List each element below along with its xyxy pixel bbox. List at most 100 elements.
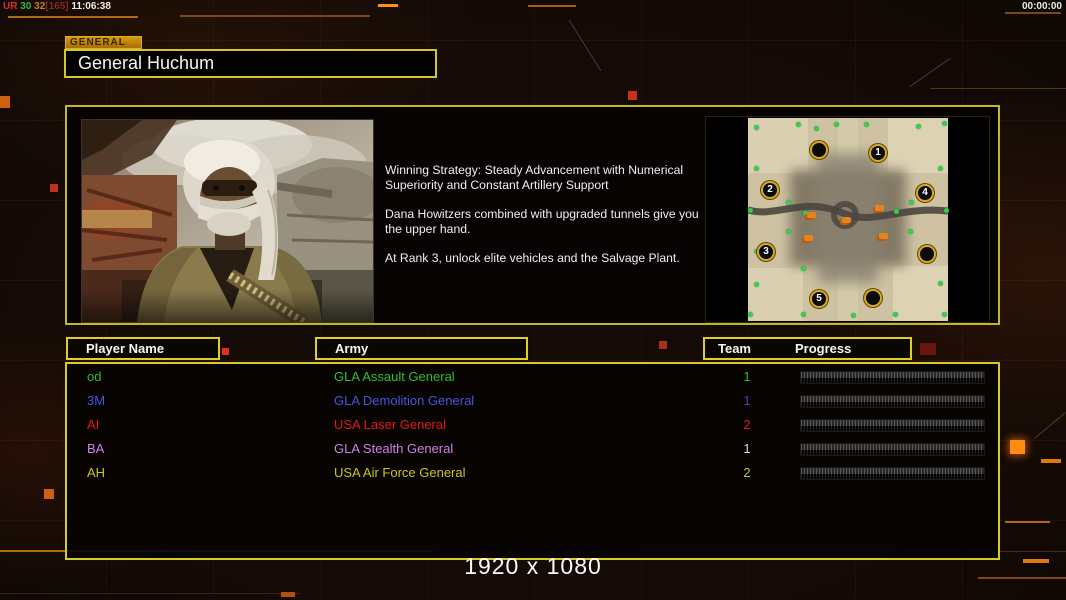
decor-square xyxy=(378,4,398,7)
supply-pile-icon xyxy=(879,233,888,239)
decor-square xyxy=(1010,440,1025,454)
general-name: General Huchum xyxy=(78,53,215,73)
tree-dot xyxy=(944,208,949,213)
decor-line xyxy=(8,16,138,18)
decor-square xyxy=(44,489,54,499)
supply-pile-icon xyxy=(842,217,851,223)
decor-line xyxy=(930,88,1066,89)
table-row: AH USA Air Force General 2 xyxy=(67,462,998,486)
tree-dot xyxy=(754,166,759,171)
debug-readout: UR 30 32[165] 11:06:38 xyxy=(3,1,111,12)
general-name-box: General Huchum xyxy=(64,49,437,78)
tree-dot xyxy=(801,266,806,271)
player-progress-bar xyxy=(800,395,985,408)
player-progress-bar xyxy=(800,371,985,384)
header-progress-label: Progress xyxy=(795,341,852,356)
tree-dot xyxy=(786,200,791,205)
map-markers: 1 2 4 3 5 xyxy=(748,118,949,321)
player-progress-bar xyxy=(800,419,985,432)
player-army: USA Laser General xyxy=(334,417,447,432)
player-team: 1 xyxy=(743,393,751,408)
tree-dot xyxy=(748,208,753,213)
strategy-paragraph: At Rank 3, unlock elite vehicles and the… xyxy=(385,251,680,265)
player-army: GLA Assault General xyxy=(334,369,455,384)
tree-dot xyxy=(801,312,806,317)
debug-segment: 11:06:38 xyxy=(68,1,111,12)
decor-line xyxy=(909,57,951,88)
match-timer: 00:00:00 xyxy=(1021,1,1062,12)
debug-segment: 32 xyxy=(34,1,46,12)
tree-dot xyxy=(851,313,856,318)
decor-line xyxy=(180,15,370,17)
header-player-name-label: Player Name xyxy=(86,341,165,356)
tree-dot xyxy=(748,312,753,317)
start-position-marker xyxy=(864,289,882,307)
player-team: 2 xyxy=(743,417,751,432)
player-name: BA xyxy=(87,441,105,456)
player-progress-bar xyxy=(800,443,985,456)
decor-line xyxy=(1005,521,1050,523)
strategy-paragraph: Dana Howitzers combined with upgraded tu… xyxy=(385,207,699,236)
supply-pile-icon xyxy=(807,212,816,218)
table-row: 3M GLA Demolition General 1 xyxy=(67,390,998,414)
player-progress-bar xyxy=(800,467,985,480)
decor-line xyxy=(1005,12,1061,14)
player-team: 1 xyxy=(743,369,751,384)
decor-line xyxy=(568,19,602,72)
player-army: USA Air Force General xyxy=(334,465,466,480)
general-info-panel: Winning Strategy: Steady Advancement wit… xyxy=(65,105,1000,328)
start-position-marker: 3 xyxy=(757,243,775,261)
players-table-body: od GLA Assault General 1 3M GLA Demoliti… xyxy=(65,362,1000,560)
player-name: od xyxy=(87,369,102,384)
player-team: 1 xyxy=(743,441,751,456)
decor-line xyxy=(0,593,300,594)
tree-dot xyxy=(908,229,913,234)
decor-square xyxy=(281,592,295,597)
decor-square xyxy=(659,341,667,349)
header-team-progress: Team Progress xyxy=(703,337,912,360)
header-army: Army xyxy=(315,337,528,360)
tree-dot xyxy=(938,281,943,286)
debug-segment: UR xyxy=(3,1,21,12)
tree-dot xyxy=(834,122,839,127)
strategy-paragraph: Winning Strategy: Steady Advancement wit… xyxy=(385,163,684,192)
debug-segment: 30 xyxy=(20,1,35,12)
tree-dot xyxy=(938,166,943,171)
player-name: AI xyxy=(87,417,100,432)
tree-dot xyxy=(942,312,947,317)
tree-dot xyxy=(796,122,801,127)
tree-dot xyxy=(893,312,898,317)
decor-square xyxy=(50,184,58,192)
tree-dot xyxy=(894,209,899,214)
decor-line xyxy=(528,5,576,7)
player-army: GLA Stealth General xyxy=(334,441,454,456)
tree-dot xyxy=(786,229,791,234)
player-name: 3M xyxy=(87,393,106,408)
tree-dot xyxy=(864,122,869,127)
decor-square xyxy=(920,343,936,355)
resolution-label: 1920 x 1080 xyxy=(464,553,602,579)
tree-dot xyxy=(754,125,759,130)
general-tab-label: GENERAL xyxy=(65,36,142,49)
header-player-name: Player Name xyxy=(66,337,220,360)
table-row: BA GLA Stealth General 1 xyxy=(67,438,998,462)
tree-dot xyxy=(942,121,947,126)
general-portrait xyxy=(77,117,382,328)
start-position-marker xyxy=(918,245,936,263)
player-team: 2 xyxy=(743,465,751,480)
supply-pile-icon xyxy=(875,205,884,211)
decor-line xyxy=(1041,459,1061,463)
decor-square xyxy=(628,91,637,100)
header-army-label: Army xyxy=(335,341,369,356)
tree-dot xyxy=(909,200,914,205)
player-name: AH xyxy=(87,465,106,480)
debug-segment: [165] xyxy=(45,1,69,12)
map-preview-box: 1 2 4 3 5 xyxy=(705,116,990,323)
start-position-marker: 5 xyxy=(810,290,828,308)
start-position-marker: 1 xyxy=(869,144,887,162)
loading-screen: UR 30 32[165] 11:06:38 00:00:00 GENERAL … xyxy=(0,0,1066,600)
map-preview: 1 2 4 3 5 xyxy=(747,118,949,321)
portrait-art xyxy=(77,117,382,328)
tree-dot xyxy=(814,126,819,131)
start-position-marker xyxy=(810,141,828,159)
